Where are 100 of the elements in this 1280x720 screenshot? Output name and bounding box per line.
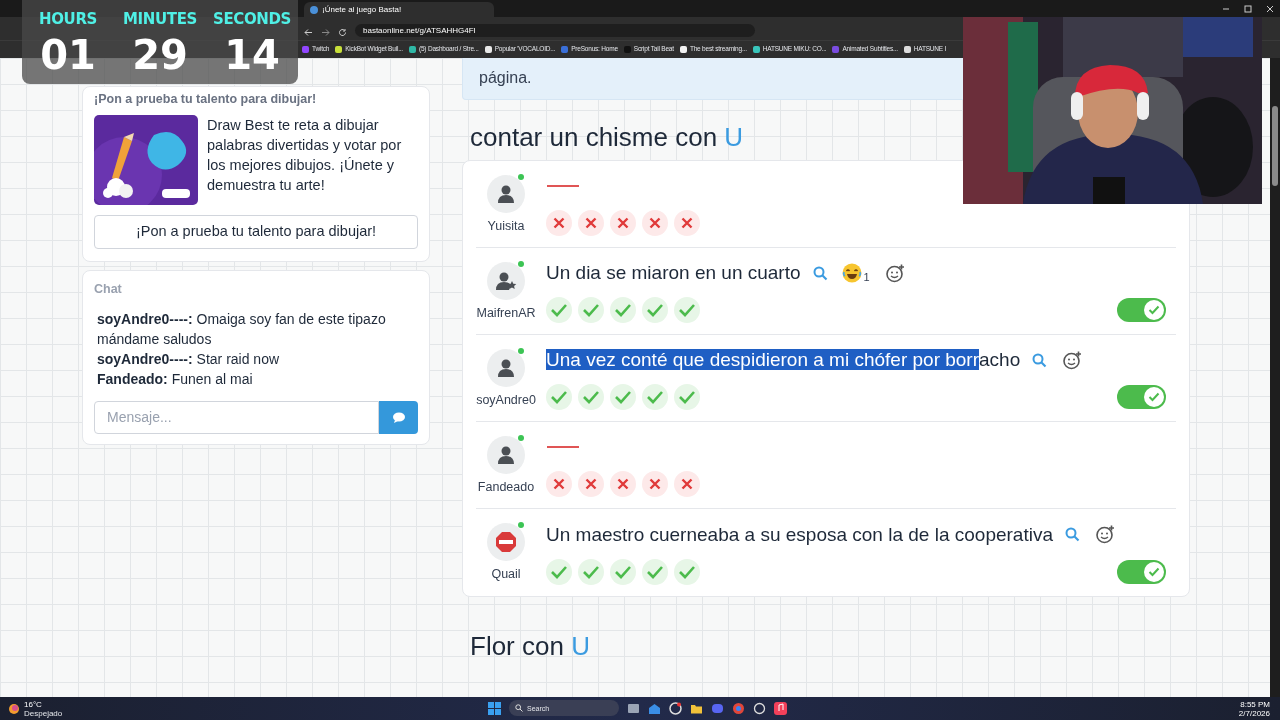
toggle-switch[interactable] xyxy=(1117,298,1166,322)
valid-vote[interactable] xyxy=(610,297,636,323)
answer-text: Una vez conté que despidieron a mi chófer por borracho xyxy=(546,348,1021,372)
timer-value: 29 xyxy=(132,34,188,76)
check-icon xyxy=(1148,305,1160,315)
windows-start-icon[interactable] xyxy=(488,701,501,715)
person-star-icon xyxy=(495,270,517,291)
check-icon xyxy=(550,303,568,317)
invalid-vote[interactable] xyxy=(610,210,636,236)
username: Fandeado xyxy=(477,479,535,495)
music-note-icon[interactable] xyxy=(774,701,787,715)
valid-vote[interactable] xyxy=(546,558,572,585)
valid-vote[interactable] xyxy=(674,384,700,410)
person-icon xyxy=(496,444,516,465)
laughing-face-icon xyxy=(841,263,862,283)
check-icon xyxy=(678,564,696,579)
username: Quail xyxy=(491,567,521,582)
cross-icon xyxy=(681,217,693,229)
clock-date: 2/7/2026 xyxy=(1238,708,1270,718)
forward-icon[interactable] xyxy=(321,28,330,37)
reload-icon[interactable] xyxy=(338,28,347,37)
window-icon[interactable] xyxy=(627,701,640,715)
valid-vote[interactable] xyxy=(642,384,668,410)
chat-message: soyAndre0----: Star raid now xyxy=(97,350,281,369)
cross-icon xyxy=(617,217,629,229)
cross-icon xyxy=(585,478,597,490)
cross-icon xyxy=(553,217,565,229)
answer-text: Un dia se miaron en un cuarto xyxy=(546,261,801,285)
search-icon[interactable] xyxy=(1065,527,1080,542)
check-icon xyxy=(614,564,632,579)
invalid-vote[interactable] xyxy=(674,210,700,236)
chat-message: Fandeado: Funen al mai xyxy=(97,370,254,389)
timer-value: 01 xyxy=(40,34,96,76)
invalid-vote[interactable] xyxy=(578,471,604,497)
category-heading: contar un chisme con U xyxy=(469,122,745,152)
message-field[interactable]: Mensaje... xyxy=(94,401,379,434)
username: Yuisita xyxy=(487,218,525,234)
weather-text: Despejado xyxy=(24,708,63,718)
browser-tab[interactable]: ¡Únete al juego Basta! xyxy=(304,2,494,17)
valid-vote[interactable] xyxy=(642,558,668,585)
chat-title: Chat xyxy=(94,281,123,297)
valid-vote[interactable] xyxy=(674,558,700,585)
check-icon xyxy=(582,564,600,579)
valid-vote[interactable] xyxy=(674,297,700,323)
search-icon[interactable] xyxy=(812,265,828,281)
check-icon xyxy=(678,303,696,317)
scrollbar[interactable] xyxy=(1270,58,1280,697)
username: soyAndre0 xyxy=(476,392,536,408)
temperature: 16°C xyxy=(24,699,43,709)
valid-vote[interactable] xyxy=(642,297,668,323)
reaction-button[interactable]: 1 xyxy=(841,263,870,283)
close-icon[interactable] xyxy=(1266,4,1274,13)
valid-vote[interactable] xyxy=(578,558,604,585)
check-icon xyxy=(678,390,696,404)
back-icon[interactable] xyxy=(304,28,313,37)
search-icon[interactable] xyxy=(1032,352,1048,368)
valid-vote[interactable] xyxy=(578,297,604,323)
check-icon xyxy=(1148,566,1160,577)
toggle-switch[interactable] xyxy=(1117,385,1166,409)
invalid-vote[interactable] xyxy=(546,210,572,236)
invalid-vote[interactable] xyxy=(610,471,636,497)
maximize-icon[interactable] xyxy=(1244,4,1252,13)
add-reaction-icon[interactable] xyxy=(1096,525,1115,544)
valid-vote[interactable] xyxy=(610,558,636,585)
valid-vote[interactable] xyxy=(546,384,572,410)
address-bar[interactable]: bastaonline.net/g/ATSAHHG4FI xyxy=(355,24,755,37)
timer-label: MINUTES xyxy=(123,12,197,27)
clock-time: 8:55 PM xyxy=(1240,699,1270,709)
globe-icon xyxy=(310,5,318,14)
promo-button[interactable]: ¡Pon a prueba tu talento para dibujar! xyxy=(94,215,418,249)
add-reaction-icon[interactable] xyxy=(885,263,905,283)
timer-label: HOURS xyxy=(39,12,97,27)
circle-icon[interactable] xyxy=(669,701,682,715)
check-icon xyxy=(1148,392,1160,402)
card-heading: ¡Pon a prueba tu talento para dibujar! xyxy=(94,91,318,107)
answer-text: Un maestro cuerneaba a su esposa con la de la cooperativa xyxy=(546,522,1053,547)
speech-bubble-icon xyxy=(391,411,406,424)
promo-description: Draw Best te reta a dibujar palabras divertidas y votar por los mejores dibujos. ¡Únete y demuestra tu arte! xyxy=(207,116,403,195)
invalid-vote[interactable] xyxy=(546,471,572,497)
username: MaifrenAR xyxy=(476,305,536,321)
check-icon xyxy=(646,390,664,404)
person-icon xyxy=(496,183,516,204)
search-icon xyxy=(515,704,523,712)
toggle-switch[interactable] xyxy=(1117,559,1166,584)
invalid-vote[interactable] xyxy=(642,471,668,497)
check-icon xyxy=(582,390,600,404)
valid-vote[interactable] xyxy=(578,384,604,410)
check-icon xyxy=(646,564,664,579)
send-button[interactable] xyxy=(379,401,418,434)
invalid-vote[interactable] xyxy=(642,210,668,236)
weather-icon[interactable] xyxy=(8,702,20,715)
check-icon xyxy=(614,303,632,317)
valid-vote[interactable] xyxy=(546,297,572,323)
timer-label: SECONDS xyxy=(213,12,291,27)
browser-icon[interactable] xyxy=(732,701,745,715)
invalid-vote[interactable] xyxy=(578,210,604,236)
cross-icon xyxy=(617,478,629,490)
add-reaction-icon[interactable] xyxy=(1063,350,1083,370)
valid-vote[interactable] xyxy=(610,384,636,410)
invalid-vote[interactable] xyxy=(674,471,700,497)
